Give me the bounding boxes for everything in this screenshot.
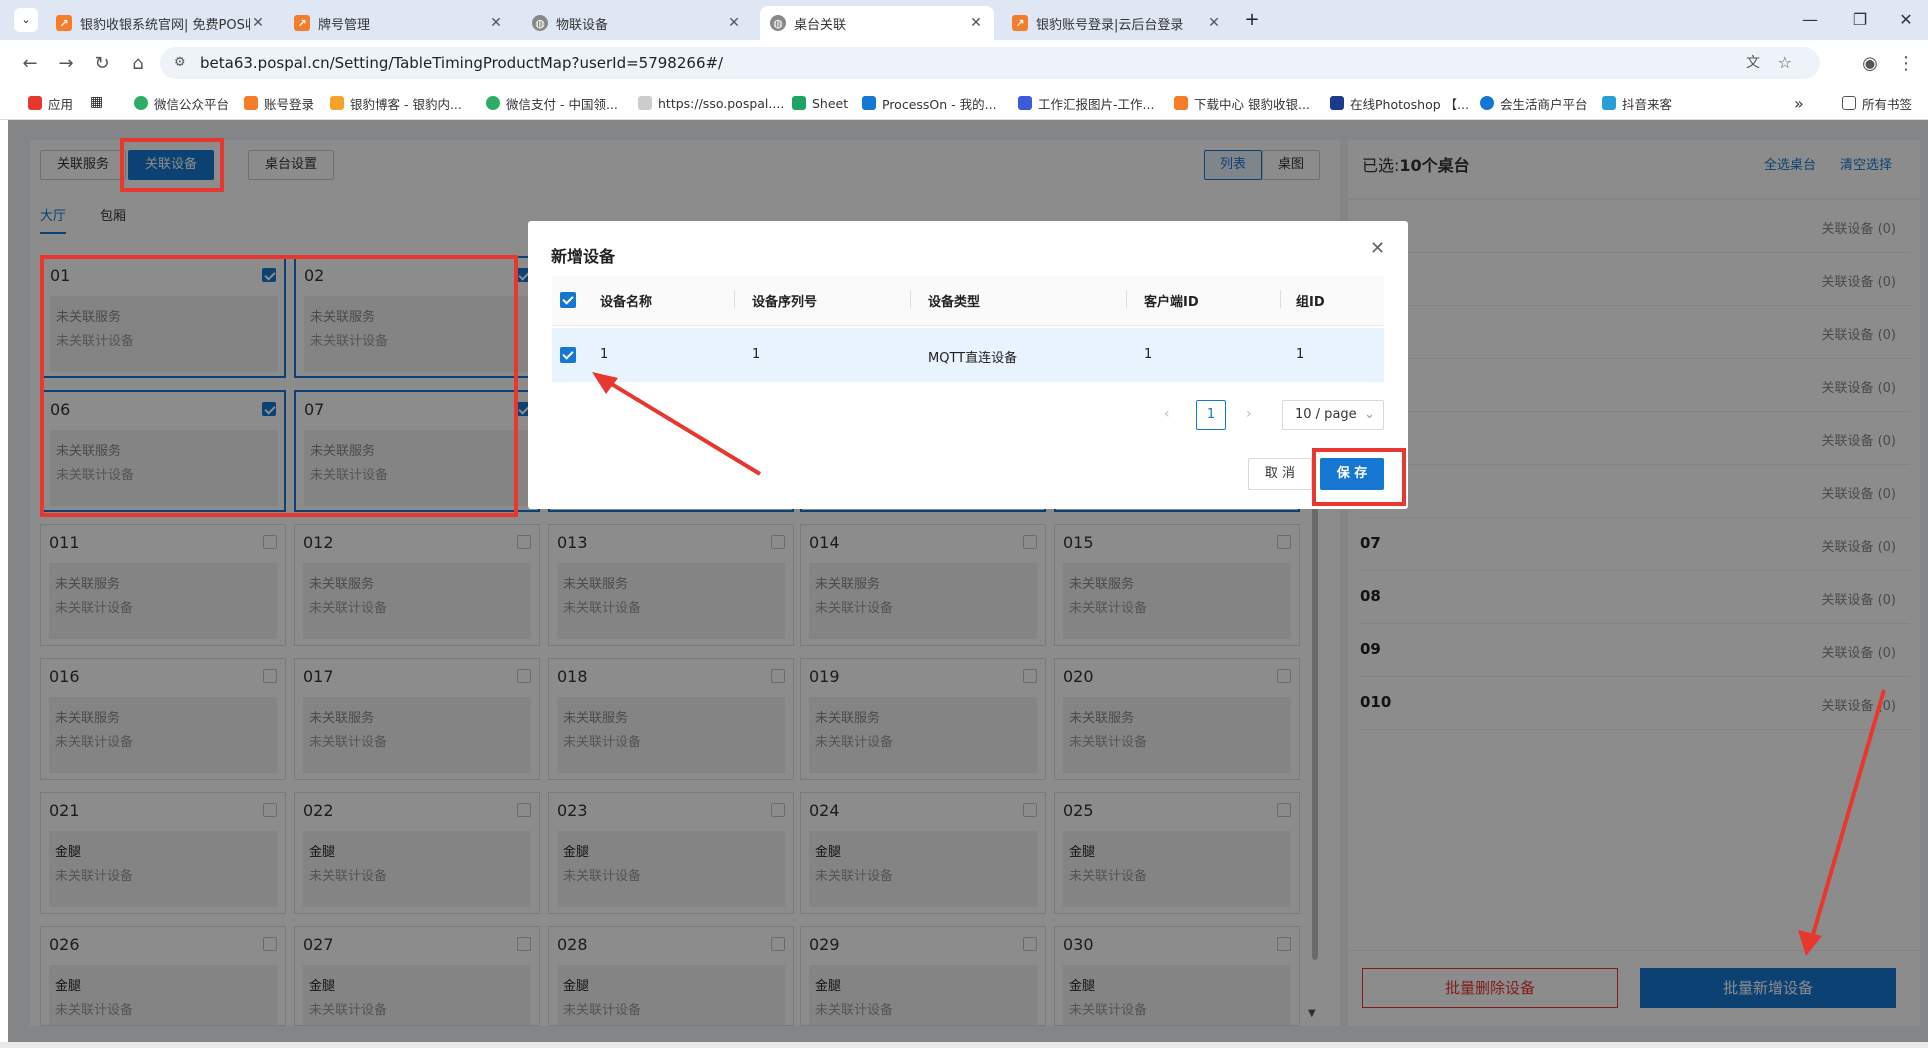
arrow-head xyxy=(1798,930,1822,956)
arrow-to-batch-add xyxy=(1810,689,1886,939)
arrow-to-row-checkbox xyxy=(603,378,762,476)
arrow-head xyxy=(592,372,618,394)
bottom-scrollbar xyxy=(0,1042,1928,1048)
annotation-arrows xyxy=(592,372,1886,956)
